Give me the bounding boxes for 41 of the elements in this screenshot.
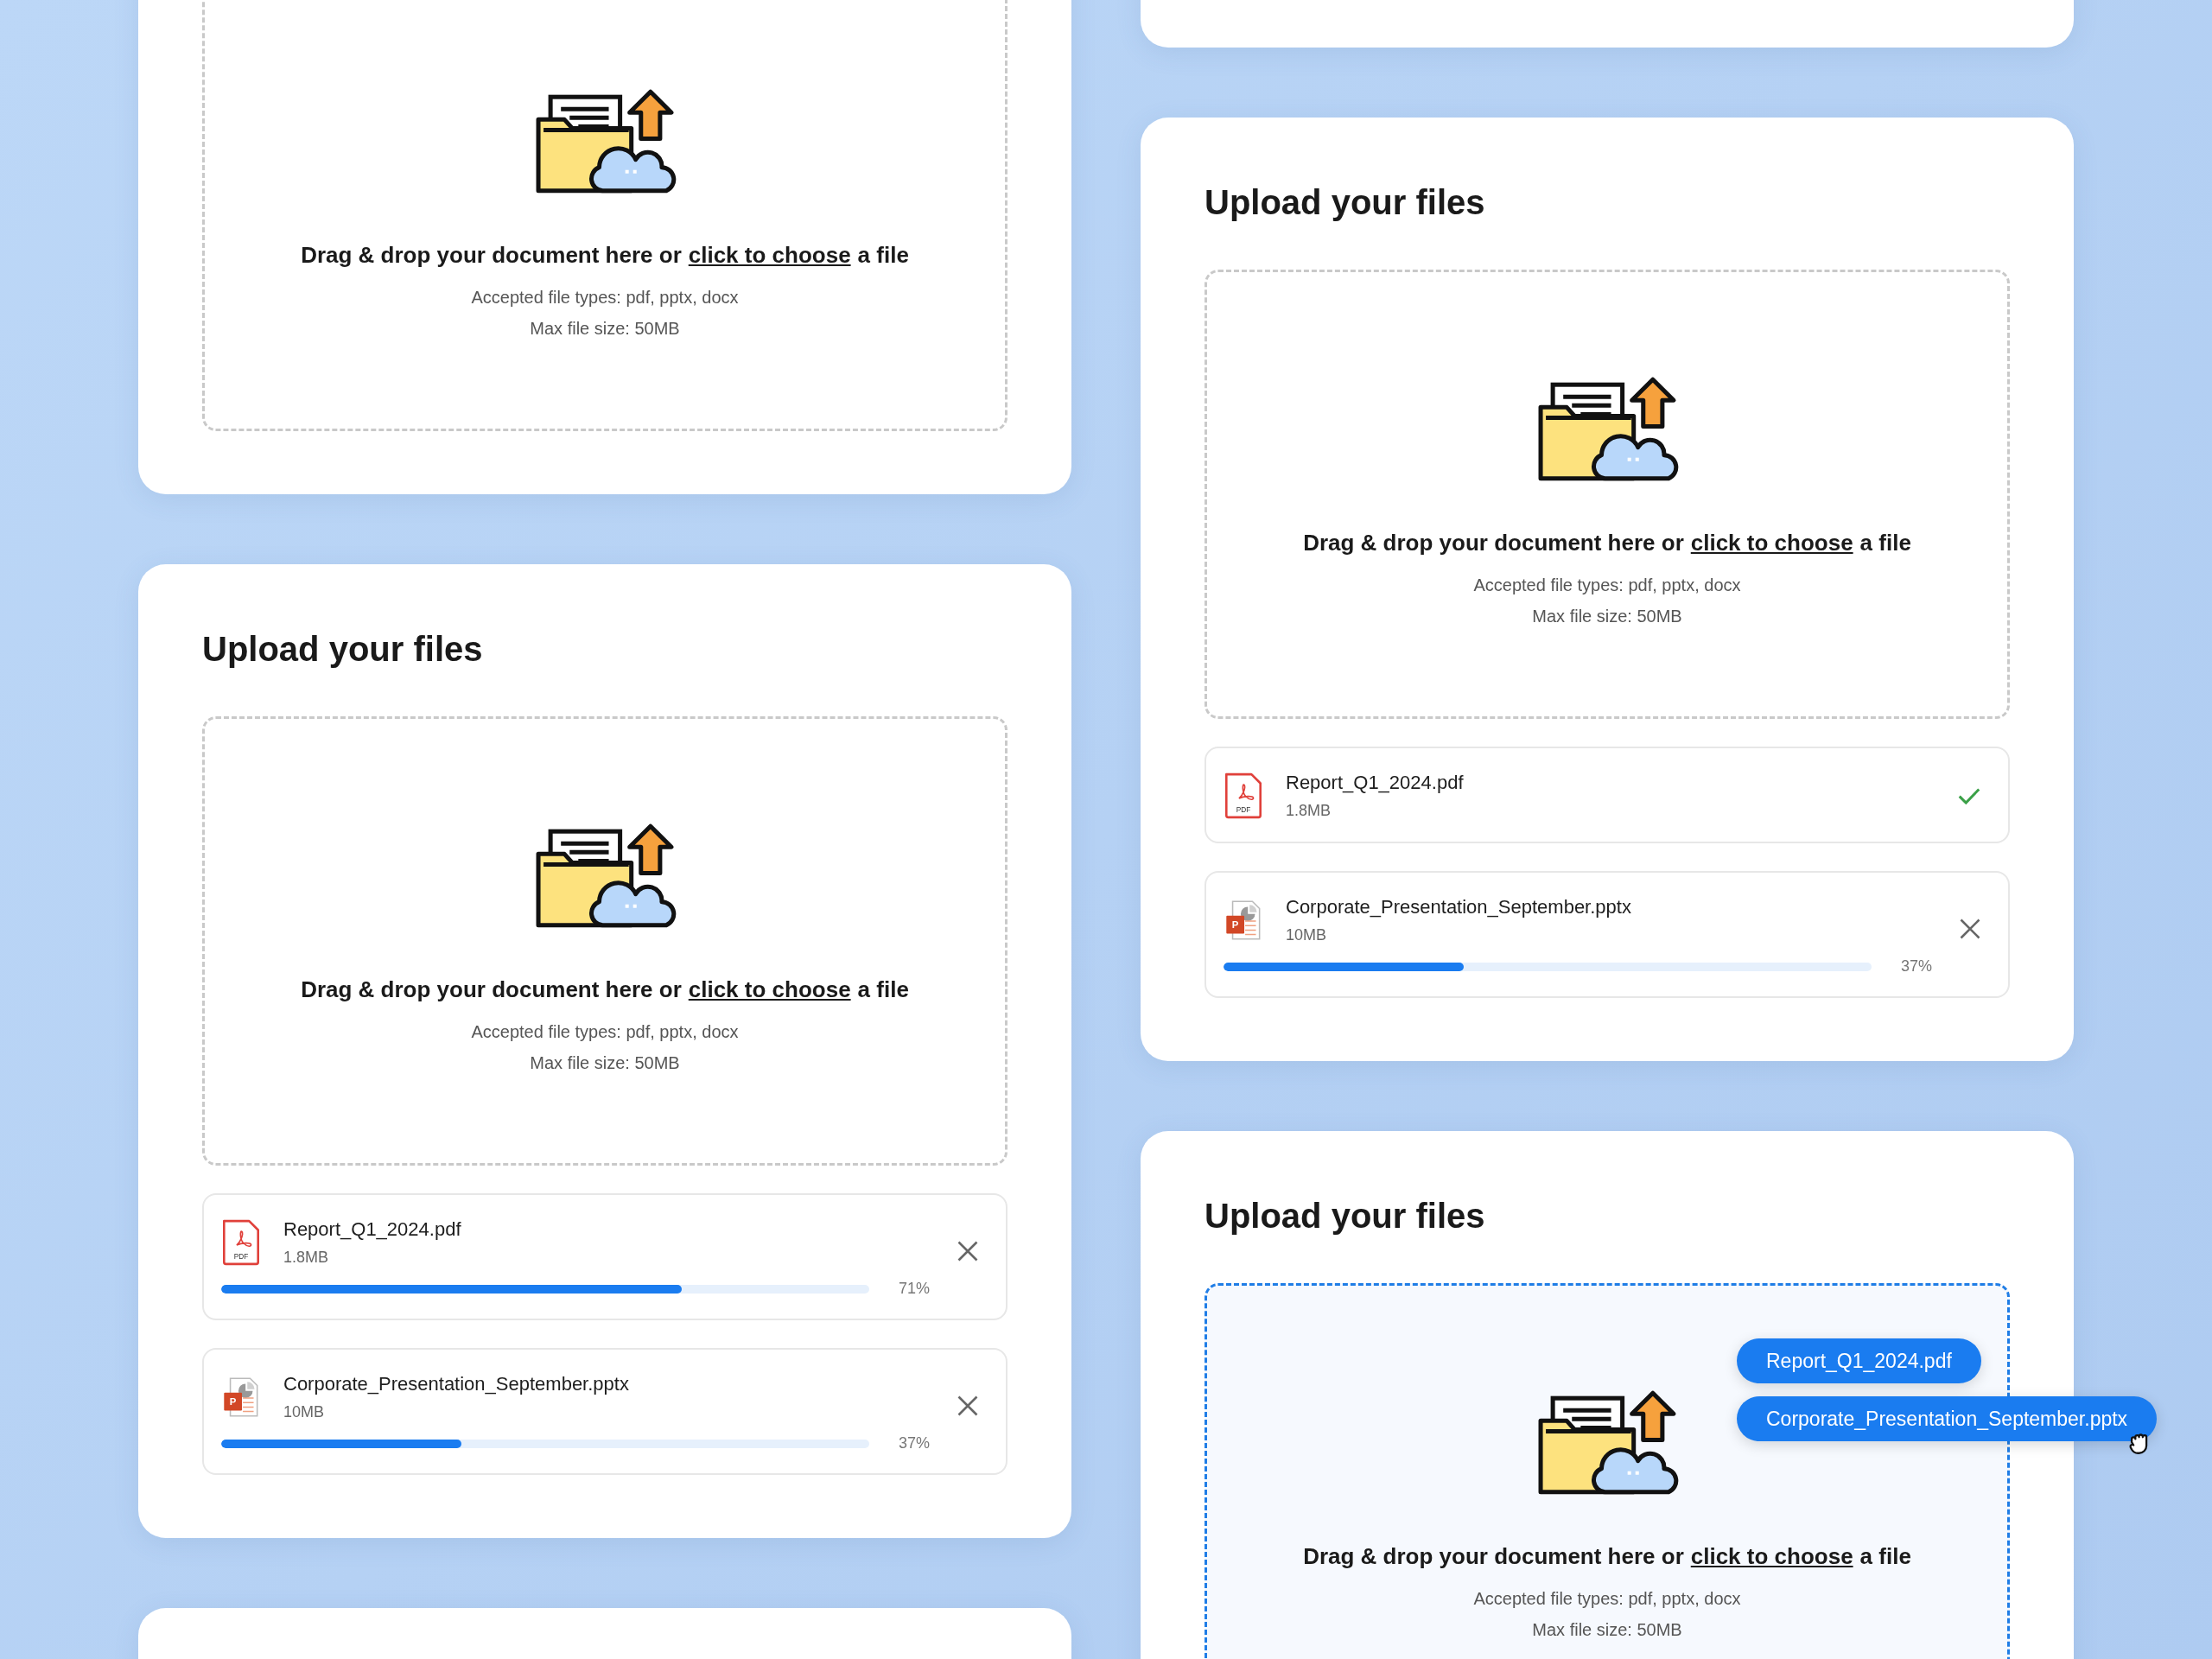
accepted-types-text: Accepted file types: pdf, pptx, docx bbox=[1473, 575, 1741, 596]
drop-prompt: Drag & drop your document here or bbox=[1303, 529, 1684, 557]
pdf-file-icon: PDF bbox=[1224, 772, 1263, 820]
file-name: Report_Q1_2024.pdf bbox=[283, 1217, 462, 1242]
file-size: 10MB bbox=[283, 1402, 326, 1422]
drop-prompt: Drag & drop your document here or bbox=[1303, 1542, 1684, 1571]
choose-file-link[interactable]: click to choose bbox=[1690, 528, 1853, 557]
accepted-types-text: Accepted file types: pdf, pptx, docx bbox=[471, 287, 739, 308]
drop-prompt: Drag & drop your document here or bbox=[301, 976, 682, 1004]
card-title: Upload your files bbox=[202, 629, 484, 670]
choose-file-link[interactable]: click to choose bbox=[688, 240, 851, 270]
drop-prompt: a file bbox=[1859, 529, 1911, 557]
file-size: 10MB bbox=[1286, 925, 1328, 945]
choose-file-link[interactable]: click to choose bbox=[688, 975, 851, 1004]
accepted-types-text: Accepted file types: pdf, pptx, docx bbox=[1473, 1588, 1741, 1610]
file-size: 1.8MB bbox=[283, 1248, 330, 1268]
pdf-file-icon: PDF bbox=[221, 1218, 261, 1267]
drop-prompt: Drag & drop your document here or bbox=[301, 241, 682, 270]
file-size: 1.8MB bbox=[1286, 801, 1332, 821]
drop-zone[interactable]: Drag & drop your document here or click to choose a file Accepted file types: pdf, pptx, docx Max file size: 50MB bbox=[202, 716, 1007, 1166]
progress-percent: 37% bbox=[1899, 957, 1932, 976]
drop-zone[interactable]: Drag & drop your document here or click to choose a file Accepted file types: pdf, pptx, docx Max file size: 50MB bbox=[1205, 270, 2010, 719]
dragged-file-chip[interactable]: Report_Q1_2024.pdf bbox=[1737, 1338, 1981, 1383]
progress-percent: 37% bbox=[897, 1434, 930, 1452]
file-name: Corporate_Presentation_September.pptx bbox=[1286, 895, 1632, 919]
file-name: Report_Q1_2024.pdf bbox=[1286, 771, 1465, 795]
file-name: Corporate_Presentation_September.pptx bbox=[283, 1372, 630, 1396]
drop-prompt: a file bbox=[857, 241, 909, 270]
progress-percent: 71% bbox=[897, 1280, 930, 1298]
accepted-types-text: Accepted file types: pdf, pptx, docx bbox=[471, 1021, 739, 1043]
max-size-text: Max file size: 50MB bbox=[1532, 1619, 1682, 1641]
max-size-text: Max file size: 50MB bbox=[1532, 606, 1682, 627]
max-size-text: Max file size: 50MB bbox=[530, 318, 680, 340]
card-title: Upload your files bbox=[1205, 1196, 1486, 1236]
choose-file-link[interactable]: click to choose bbox=[1690, 1541, 1853, 1571]
drop-prompt: a file bbox=[1859, 1542, 1911, 1571]
max-size-text: Max file size: 50MB bbox=[530, 1052, 680, 1074]
drop-zone[interactable]: Drag & drop your document here or click to choose a file Accepted file types: pdf, pptx, docx Max file size: 50MB bbox=[202, 0, 1007, 431]
dragged-file-chip[interactable]: Corporate_Presentation_September.pptx bbox=[1737, 1396, 2158, 1441]
drop-prompt: a file bbox=[857, 976, 909, 1004]
card-title: Upload your files bbox=[1205, 182, 1486, 223]
